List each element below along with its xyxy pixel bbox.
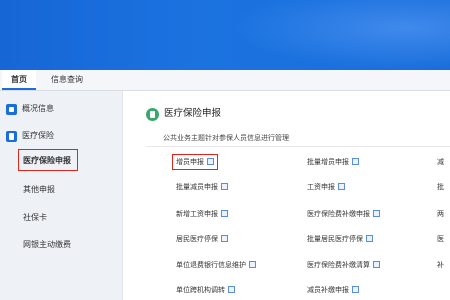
document-icon bbox=[6, 131, 17, 142]
item-label: 医 bbox=[437, 235, 444, 243]
sidebar-item-online-payment[interactable]: 网银主动缴费 bbox=[23, 237, 71, 253]
form-icon bbox=[221, 210, 228, 217]
sidebar-item-social-card[interactable]: 社保卡 bbox=[23, 210, 47, 226]
tab-home[interactable]: 首页 bbox=[2, 70, 36, 90]
item-label: 批量增员申报 bbox=[307, 158, 349, 166]
item-label: 两 bbox=[437, 210, 444, 218]
item-new-wage-declaration[interactable]: 新增工资申报 bbox=[176, 208, 228, 220]
sidebar: 概况信息 医疗保险 医疗保险申报 其他申报 社保卡 网银主动缴费 bbox=[0, 91, 123, 300]
item-resident-stop[interactable]: 居民医疗停保 bbox=[176, 233, 228, 245]
item-label: 新增工资申报 bbox=[176, 210, 218, 218]
item-label: 工资申报 bbox=[307, 183, 335, 191]
item-reduce-supplementary[interactable]: 减员补缴申报 bbox=[307, 284, 359, 296]
item-supplementary-settlement[interactable]: 医疗保险费补缴清算 bbox=[307, 259, 380, 271]
item-label: 增员申报 bbox=[176, 158, 204, 166]
item-cross-agency-transfer[interactable]: 单位跨机构调转 bbox=[176, 284, 235, 296]
item-batch-resident-stop[interactable]: 批量居民医疗停保 bbox=[307, 233, 373, 245]
item-label: 单位跨机构调转 bbox=[176, 286, 225, 294]
item-batch-add-member[interactable]: 批量增员申报 bbox=[307, 156, 359, 168]
item-batch-partial[interactable]: 批 bbox=[437, 181, 444, 193]
item-label: 批量居民医疗停保 bbox=[307, 235, 363, 243]
sidebar-item-other-declaration[interactable]: 其他申报 bbox=[23, 182, 55, 198]
sidebar-item-overview[interactable]: 概况信息 bbox=[22, 101, 54, 117]
form-icon bbox=[373, 210, 380, 217]
item-reduce-partial[interactable]: 减 bbox=[437, 156, 444, 168]
divider bbox=[146, 146, 450, 147]
form-icon bbox=[249, 261, 256, 268]
item-batch-reduce-member[interactable]: 批量减员申报 bbox=[176, 181, 228, 193]
item-partial-3[interactable]: 两 bbox=[437, 208, 444, 220]
form-icon bbox=[373, 261, 380, 268]
form-icon bbox=[352, 158, 359, 165]
tab-info-query[interactable]: 信息查询 bbox=[44, 70, 90, 90]
item-partial-4[interactable]: 医 bbox=[437, 233, 444, 245]
form-icon bbox=[352, 286, 359, 293]
form-icon bbox=[207, 158, 214, 165]
item-label: 居民医疗停保 bbox=[176, 235, 218, 243]
item-label: 批量减员申报 bbox=[176, 183, 218, 191]
page-title: 医疗保险申报 bbox=[164, 108, 222, 119]
form-icon bbox=[228, 286, 235, 293]
form-icon bbox=[366, 235, 373, 242]
item-partial-5[interactable]: 补 bbox=[437, 259, 444, 271]
item-label: 补 bbox=[437, 261, 444, 269]
item-label: 减 bbox=[437, 158, 444, 166]
top-nav: 首页 信息查询 bbox=[0, 70, 450, 91]
page-description: 公共业务主题针对参保人员信息进行管理 bbox=[163, 134, 289, 142]
sidebar-item-medical-insurance[interactable]: 医疗保险 bbox=[22, 128, 54, 144]
item-label: 医疗保险费补缴申报 bbox=[307, 210, 370, 218]
item-refund-bank-info[interactable]: 单位退费银行信息维护 bbox=[176, 259, 256, 271]
home-icon bbox=[6, 104, 17, 115]
banner-gloss bbox=[230, 0, 450, 70]
title-icon bbox=[146, 108, 159, 121]
item-supplementary-payment[interactable]: 医疗保险费补缴申报 bbox=[307, 208, 380, 220]
form-icon bbox=[338, 183, 345, 190]
item-label: 医疗保险费补缴清算 bbox=[307, 261, 370, 269]
item-label: 减员补缴申报 bbox=[307, 286, 349, 294]
item-wage-declaration[interactable]: 工资申报 bbox=[307, 181, 345, 193]
sidebar-item-medical-declaration[interactable]: 医疗保险申报 bbox=[23, 153, 71, 169]
form-icon bbox=[221, 183, 228, 190]
item-add-member[interactable]: 增员申报 bbox=[176, 156, 214, 168]
form-icon bbox=[221, 235, 228, 242]
item-label: 单位退费银行信息维护 bbox=[176, 261, 246, 269]
header-banner bbox=[0, 0, 450, 70]
item-label: 批 bbox=[437, 183, 444, 191]
